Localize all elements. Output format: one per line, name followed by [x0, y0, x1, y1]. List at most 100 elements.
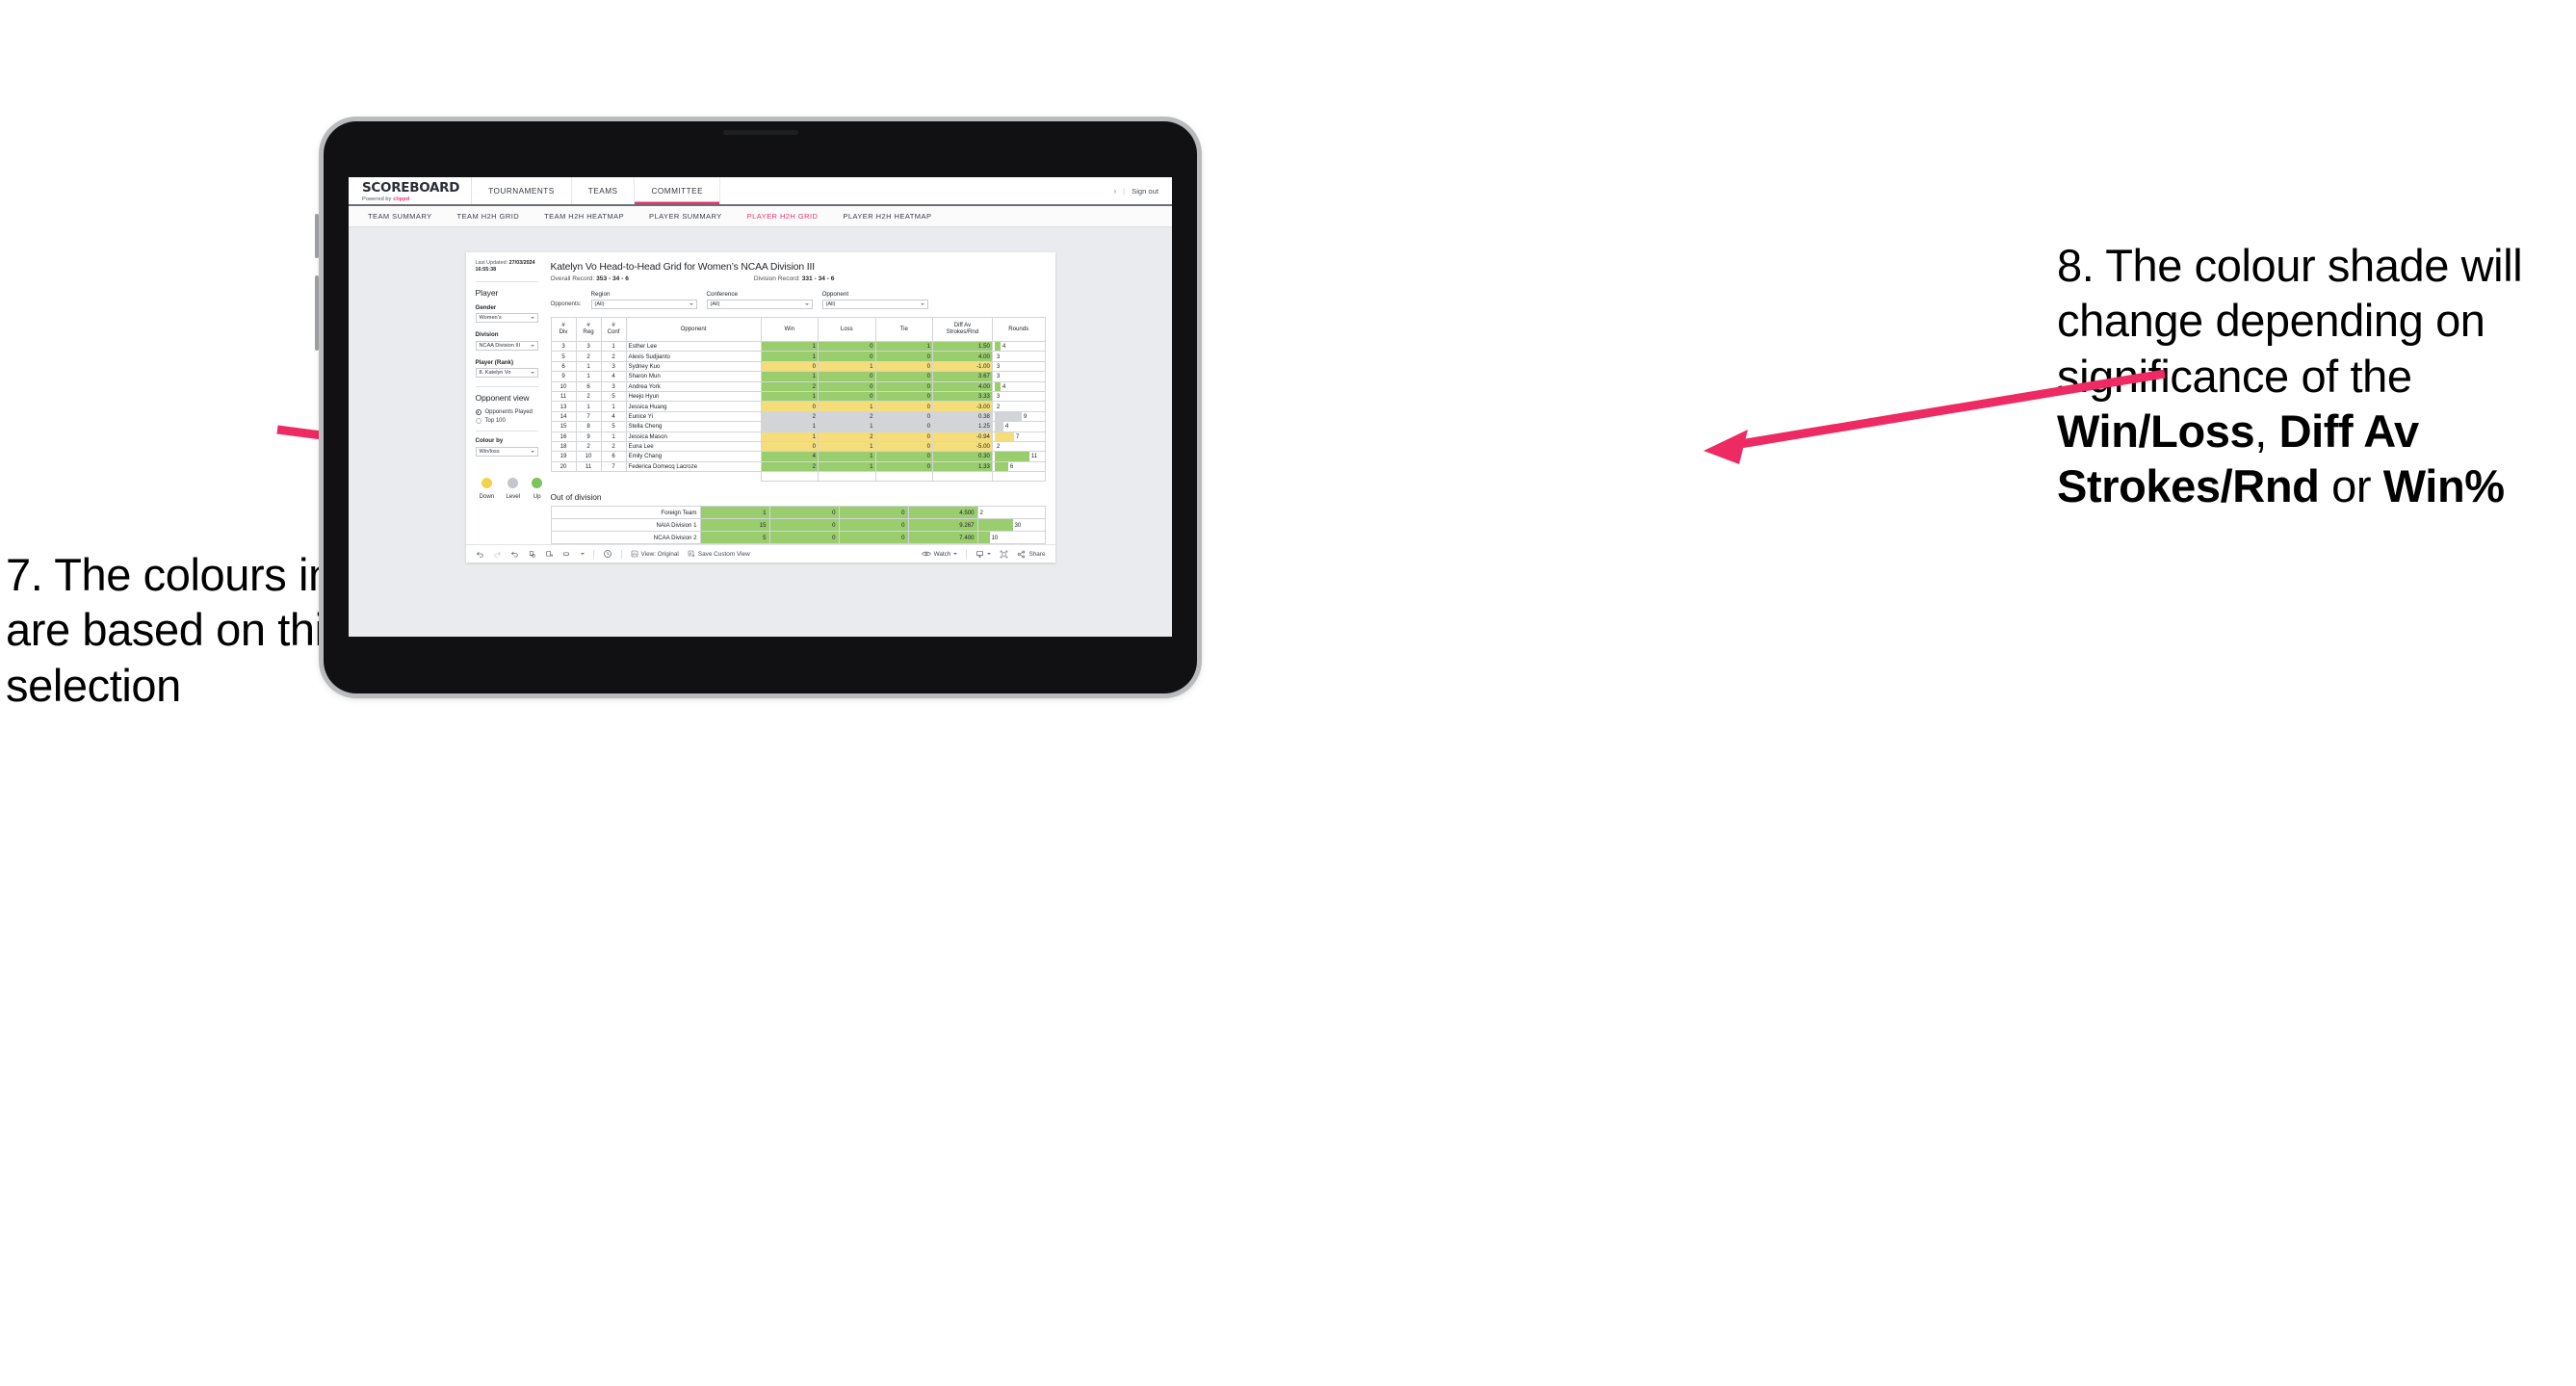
secondary-nav: TEAM SUMMARY TEAM H2H GRID TEAM H2H HEAT…	[349, 206, 1172, 227]
app-header-right: › | Sign out	[1113, 177, 1172, 204]
table-row[interactable]: 6 1 3 Sydney Kuo 0 1 0 -1.00 3	[550, 360, 1046, 373]
table-row[interactable]: 14 7 4 Eunice Yi 2 2 0 0.38 9	[550, 410, 1046, 423]
filter-conference: Conference (All)	[706, 291, 813, 309]
subtab-team-summary[interactable]: TEAM SUMMARY	[368, 212, 432, 221]
cell-rounds: 10	[976, 531, 1046, 545]
radio-top-100[interactable]: Top 100	[475, 418, 538, 425]
cell-tie: 0	[838, 518, 909, 533]
table-row[interactable]: 16 9 1 Jessica Mason 1 2 0 -0.94 7	[550, 431, 1046, 442]
share-button[interactable]: Share	[1017, 550, 1046, 559]
table-row[interactable]: 15 8 5 Stella Cheng 1 1 0 1.25 4	[550, 421, 1046, 432]
filter-region-select[interactable]: (All)	[590, 300, 697, 309]
toolbar-separator	[966, 549, 968, 559]
colour-legend: Down Level Up	[476, 477, 543, 500]
filter-player-rank-label: Player (Rank)	[475, 358, 514, 366]
out-of-division-row[interactable]: NAIA Division 1 15 0 0 9.267 30	[550, 518, 1046, 533]
radio-icon-unselected	[475, 418, 481, 425]
view-icon	[631, 551, 637, 558]
view-original-button[interactable]: View: Original	[631, 550, 679, 558]
cell-tie: 0	[874, 401, 933, 412]
subtab-player-h2h-grid[interactable]: PLAYER H2H GRID	[747, 212, 819, 221]
subtab-team-h2h-heatmap[interactable]: TEAM H2H HEATMAP	[544, 212, 624, 221]
nav-tab-teams[interactable]: TEAMS	[572, 177, 636, 204]
history-icon[interactable]	[603, 549, 612, 559]
rounds-value: 4	[1002, 343, 1006, 351]
viz-body: Last Updated: 27/03/2024 16:55:38 Player…	[466, 252, 1055, 545]
chevron-down-icon[interactable]	[580, 553, 585, 556]
primary-nav: TOURNAMENTS TEAMS COMMITTEE	[472, 177, 721, 204]
cell-loss: 2	[818, 431, 876, 442]
fullscreen-icon[interactable]	[1000, 550, 1008, 559]
share-label: Share	[1028, 550, 1046, 558]
opponents-label: Opponents:	[550, 301, 582, 307]
cell-div: 19	[550, 451, 577, 462]
chevron-down-icon	[689, 303, 693, 305]
cell-tie: 0	[874, 460, 933, 473]
cell-div: 14	[550, 410, 577, 423]
chevron-down-icon	[953, 553, 958, 556]
cell-loss: 0	[768, 506, 840, 520]
cell-div: 9	[550, 371, 577, 382]
filter-region: Region (All)	[590, 291, 697, 309]
filter-player-rank-select[interactable]: 8. Katelyn Vo	[475, 368, 538, 379]
cell-conf: 3	[600, 380, 627, 392]
cell-tie: 0	[874, 360, 933, 373]
cell-win: 4	[760, 451, 820, 462]
cell-conf: 1	[600, 431, 627, 442]
redo-icon[interactable]	[493, 550, 502, 559]
table-row[interactable]: 13 1 1 Jessica Huang 0 1 0 -3.00 2	[550, 401, 1046, 412]
cell-group-name: NAIA Division 1	[550, 518, 701, 533]
filter-division-select[interactable]: NCAA Division III	[475, 340, 538, 351]
radio-opponents-played[interactable]: Opponents Played	[475, 409, 538, 416]
subtab-team-h2h-grid[interactable]: TEAM H2H GRID	[457, 212, 520, 221]
cell-div: 3	[550, 340, 577, 353]
save-custom-view-button[interactable]: Save Custom View	[688, 550, 750, 558]
cell-diff: 1.33	[931, 460, 993, 473]
subtab-player-h2h-heatmap[interactable]: PLAYER H2H HEATMAP	[843, 212, 931, 221]
subtab-player-summary[interactable]: PLAYER SUMMARY	[649, 212, 722, 221]
cell-win: 0	[760, 401, 820, 412]
chevron-right-icon[interactable]: ›	[1113, 187, 1116, 196]
cell-div: 6	[550, 360, 577, 373]
filter-gender-select[interactable]: Women’s	[475, 313, 538, 324]
out-of-division-row[interactable]: Foreign Team 1 0 0 4.500 2	[550, 506, 1046, 520]
radio-icon-selected	[475, 409, 481, 416]
rounds-value: 30	[1014, 521, 1022, 529]
table-row[interactable]: 19 10 6 Emily Chang 4 1 0 0.30 11	[550, 451, 1046, 462]
cell-opponent: Andrea York	[625, 380, 762, 392]
pause-icon[interactable]	[545, 550, 554, 559]
download-button[interactable]	[976, 550, 992, 559]
table-row[interactable]: 3 3 1 Esther Lee 1 0 1 1.50 4	[550, 340, 1046, 353]
overall-record: Overall Record: 353 - 34 - 6	[551, 275, 629, 282]
out-of-division-row[interactable]: NCAA Division 2 5 0 0 7.400 10	[550, 531, 1046, 545]
watch-button[interactable]: Watch	[921, 550, 958, 558]
table-row[interactable]: 10 6 3 Andrea York 2 0 0 4.00 4	[550, 380, 1046, 392]
table-row[interactable]: 20 11 7 Federica Domecq Lacroze 2 1 0 1.33 6	[550, 460, 1046, 473]
filter-player-rank: Player (Rank) 8. Katelyn Vo	[475, 358, 538, 379]
cell-div: 16	[550, 431, 577, 442]
refresh-icon[interactable]	[528, 550, 536, 559]
undo-icon[interactable]	[476, 550, 484, 559]
cell-rounds: 3	[991, 360, 1046, 373]
cell-win: 1	[699, 506, 770, 520]
table-row[interactable]: 9 1 4 Sharon Mun 1 0 0 3.67 3	[550, 371, 1046, 382]
revert-icon[interactable]	[510, 550, 519, 559]
toolbar-separator	[592, 549, 594, 559]
cell-div: 5	[550, 351, 577, 362]
sign-out-button[interactable]: Sign out	[1132, 187, 1158, 196]
table-row[interactable]: 18 2 2 Euna Lee 0 1 0 -5.00 2	[550, 440, 1046, 453]
zoom-icon[interactable]	[562, 550, 572, 559]
filter-conference-select[interactable]: (All)	[706, 300, 813, 309]
filter-opponent-select[interactable]: (All)	[821, 300, 928, 309]
cell-div: 15	[550, 421, 577, 432]
cell-loss: 0	[818, 371, 876, 382]
nav-tab-committee[interactable]: COMMITTEE	[635, 177, 721, 204]
eye-icon	[921, 552, 931, 557]
cell-diff: 4.00	[931, 351, 993, 362]
cell-rounds: 6	[991, 460, 1046, 473]
nav-tab-tournaments[interactable]: TOURNAMENTS	[472, 177, 572, 204]
cell-reg: 1	[575, 401, 602, 412]
table-row[interactable]: 5 2 2 Alexis Sudjianto 1 0 0 4.00 3	[550, 351, 1046, 362]
table-row[interactable]: 11 2 5 Heejo Hyun 1 0 0 3.33 3	[550, 390, 1046, 403]
filter-colour-by-select[interactable]: Win/loss	[475, 446, 538, 457]
